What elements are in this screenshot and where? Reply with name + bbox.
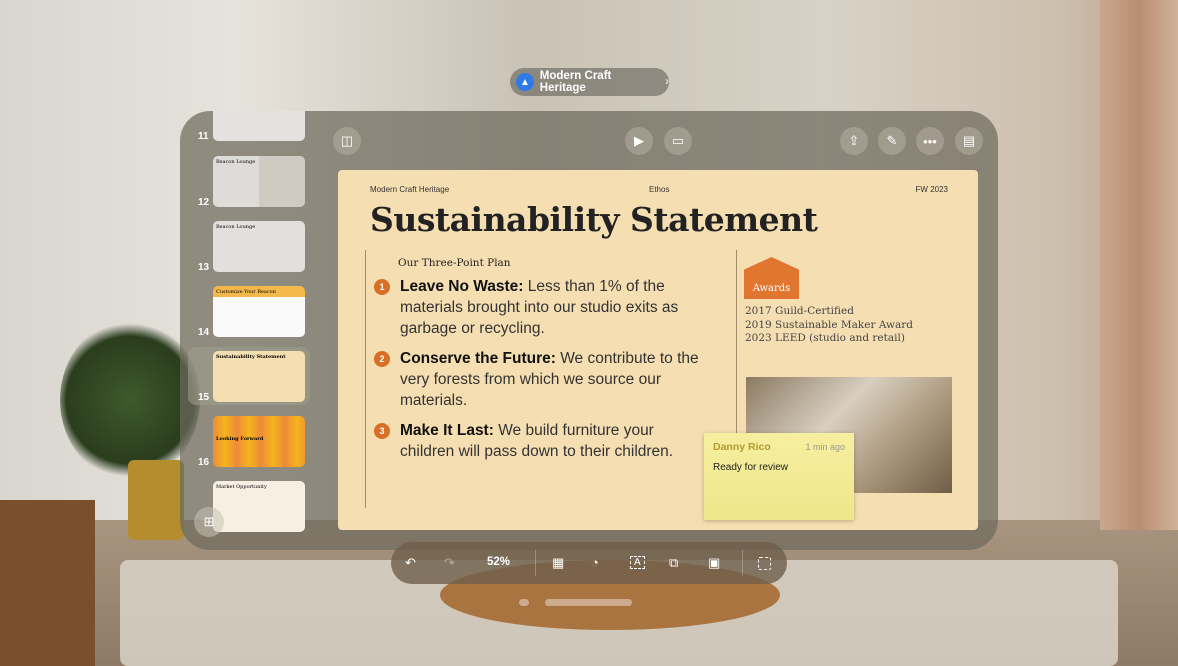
divider bbox=[365, 250, 366, 508]
slide-thumbnail[interactable]: 11 bbox=[188, 111, 310, 144]
thumb-image: Customize Your Beacon bbox=[213, 286, 305, 337]
document-icon: ▤ bbox=[962, 133, 976, 148]
document-title-button[interactable]: ▲ Modern Craft Heritage › bbox=[510, 68, 669, 96]
slide-canvas[interactable]: Modern Craft Heritage Ethos FW 2023 Sust… bbox=[338, 170, 978, 530]
thumb-title: Beacon Lounge bbox=[216, 224, 256, 230]
point-item: 3 Make It Last: We build furniture your c… bbox=[374, 420, 700, 462]
point-heading: Conserve the Future: bbox=[400, 350, 556, 367]
thumb-title: Customize Your Beacon bbox=[216, 289, 276, 295]
chart-icon[interactable]: ◔ bbox=[591, 555, 599, 570]
point-heading: Leave No Waste: bbox=[400, 278, 524, 295]
bottom-toolbar: ↶ ↷ 52% ▦ ◔ A ⧉ ▣ bbox=[391, 542, 787, 584]
thumb-title: Looking Forward bbox=[216, 436, 264, 442]
slide-navigator[interactable]: 11 Beacon Lounge 12 Beacon Lounge 13 Cus… bbox=[180, 111, 320, 550]
slide-number: 12 bbox=[198, 197, 210, 208]
window-close-dot[interactable] bbox=[519, 599, 529, 606]
thumb-title: Sustainability Statement bbox=[216, 354, 286, 360]
cabinet bbox=[0, 500, 95, 666]
sidebar-icon: ◫ bbox=[340, 133, 354, 148]
keynote-window: 11 Beacon Lounge 12 Beacon Lounge 13 Cus… bbox=[180, 111, 998, 550]
plan-label: Our Three-Point Plan bbox=[398, 257, 511, 269]
media-icon[interactable]: ▣ bbox=[708, 555, 720, 571]
thumb-image: Looking Forward bbox=[213, 416, 305, 467]
curtain bbox=[1100, 0, 1178, 530]
select-icon[interactable] bbox=[758, 557, 771, 570]
plant bbox=[60, 320, 200, 480]
slide-thumbnail[interactable]: Beacon Lounge 12 bbox=[188, 152, 310, 210]
award-item: 2019 Sustainable Maker Award bbox=[745, 318, 913, 331]
slide-title: Sustainability Statement bbox=[370, 200, 818, 239]
slide-header-center: Ethos bbox=[649, 185, 670, 194]
thumb-image: Beacon Lounge bbox=[213, 156, 305, 207]
thumb-image: Market Opportunity bbox=[213, 481, 305, 532]
point-heading: Make It Last: bbox=[400, 422, 494, 439]
play-button[interactable]: ▶ bbox=[625, 127, 653, 155]
shape-icon[interactable]: ⧉ bbox=[669, 555, 678, 571]
redo-icon[interactable]: ↷ bbox=[444, 555, 455, 571]
thumb-title: Market Opportunity bbox=[216, 484, 267, 490]
window-grabber[interactable] bbox=[545, 599, 632, 606]
add-slide-icon: ⊞ bbox=[203, 514, 215, 529]
slide-number: 16 bbox=[198, 457, 210, 468]
thumb-image: Sustainability Statement bbox=[213, 351, 305, 402]
document-setup-button[interactable]: ▤ bbox=[955, 127, 983, 155]
comment-time: 1 min ago bbox=[805, 442, 845, 452]
chevron-right-icon: › bbox=[665, 76, 669, 88]
separator bbox=[535, 550, 536, 576]
more-button[interactable]: ••• bbox=[916, 127, 944, 155]
comment-text: Ready for review bbox=[713, 462, 789, 473]
zoom-level[interactable]: 52% bbox=[487, 556, 510, 568]
table-icon[interactable]: ▦ bbox=[552, 555, 564, 571]
slide-thumbnail[interactable]: Customize Your Beacon 14 bbox=[188, 282, 310, 340]
thumb-title: Beacon Lounge bbox=[216, 159, 256, 165]
thumb-image bbox=[213, 111, 305, 141]
slide-number: 14 bbox=[198, 327, 210, 338]
slide-thumbnail[interactable]: Looking Forward 16 bbox=[188, 412, 310, 470]
add-slide-button[interactable]: ⊞ bbox=[194, 507, 224, 537]
rehearse-button[interactable]: ▭ bbox=[664, 127, 692, 155]
point-number: 1 bbox=[374, 279, 390, 295]
slide-number: 15 bbox=[198, 392, 210, 403]
play-icon: ▶ bbox=[634, 133, 644, 148]
award-item: 2023 LEED (studio and retail) bbox=[745, 332, 905, 344]
point-number: 3 bbox=[374, 423, 390, 439]
slide-number: 11 bbox=[198, 131, 209, 142]
point-item: 1 Leave No Waste: Less than 1% of the mat… bbox=[374, 276, 700, 339]
award-item: 2017 Guild-Certified bbox=[745, 305, 854, 317]
share-icon: ⇪ bbox=[848, 133, 860, 148]
slide-thumbnail-selected[interactable]: Sustainability Statement 15 bbox=[188, 347, 310, 405]
paintbrush-icon: ✎ bbox=[886, 133, 898, 148]
format-button[interactable]: ✎ bbox=[878, 127, 906, 155]
comment-note[interactable]: Danny Rico 1 min ago Ready for review bbox=[704, 433, 854, 520]
slide-header-left: Modern Craft Heritage bbox=[370, 185, 450, 194]
undo-icon[interactable]: ↶ bbox=[405, 555, 416, 571]
presenter-icon: ▭ bbox=[671, 133, 685, 148]
slide-thumbnail[interactable]: Beacon Lounge 13 bbox=[188, 217, 310, 275]
slide-header-right: FW 2023 bbox=[915, 185, 948, 194]
ellipsis-icon: ••• bbox=[923, 133, 937, 149]
point-number: 2 bbox=[374, 351, 390, 367]
share-button[interactable]: ⇪ bbox=[840, 127, 868, 155]
text-box-icon[interactable]: A bbox=[630, 556, 645, 569]
point-item: 2 Conserve the Future: We contribute to t… bbox=[374, 348, 700, 411]
separator bbox=[742, 550, 743, 576]
plant-pot bbox=[128, 460, 184, 540]
awards-badge: Awards bbox=[744, 257, 799, 299]
keynote-app-icon: ▲ bbox=[516, 73, 534, 91]
document-title: Modern Craft Heritage bbox=[539, 70, 612, 94]
slide-number: 13 bbox=[198, 262, 210, 273]
awards-list: 2017 Guild-Certified 2019 Sustainable Ma… bbox=[745, 305, 913, 346]
toggle-sidebar-button[interactable]: ◫ bbox=[333, 127, 361, 155]
thumb-image: Beacon Lounge bbox=[213, 221, 305, 272]
